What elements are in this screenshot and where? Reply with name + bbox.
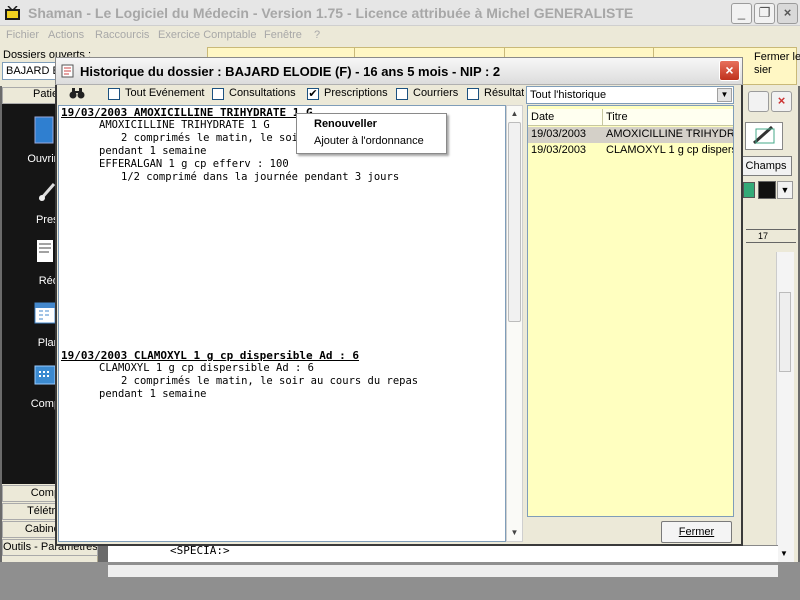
document-restore-button[interactable] [748,91,769,112]
menu-item-renew[interactable]: Renouveller [314,118,377,130]
app-close-button[interactable]: × [777,3,798,24]
ruler: 17 [746,229,796,243]
folder-open-icon[interactable] [33,115,55,145]
color-dropdown-icon[interactable]: ▼ [777,181,793,199]
edit-document-icon[interactable] [745,122,783,150]
app-title: Shaman - Le Logiciel du Médecin - Versio… [28,5,634,21]
column-date[interactable]: Date [531,111,554,123]
scroll-down-icon[interactable]: ▼ [508,526,521,540]
filter-consultations-checkbox[interactable] [212,88,224,100]
history-scrollbar[interactable]: ▲ ▼ [506,105,523,542]
menu-help[interactable]: ? [314,29,320,41]
filter-resultats-label: Résultat [484,87,524,99]
history-entry-line: CLAMOXYL 1 g cp dispersible Ad : 6 [99,362,314,374]
document-scrollbar[interactable]: ▼ [776,252,794,562]
document-close-button[interactable]: × [771,91,792,112]
menu-bar: Fichier Actions Raccourcis Exercice Comp… [0,26,800,46]
history-period-select[interactable]: Tout l'historique ▼ [526,86,734,104]
context-menu: Renouveller Ajouter à l'ordonnance [296,113,447,154]
history-entry-line: AMOXICILLINE TRIHYDRATE 1 G [99,119,270,131]
history-text-pane[interactable]: 19/03/2003 AMOXICILLINE TRIHYDRATE 1 G A… [58,105,506,542]
filter-consultations-label: Consultations [229,87,296,99]
app-title-bar: Shaman - Le Logiciel du Médecin - Versio… [0,0,800,26]
history-entry-header[interactable]: 19/03/2003 CLAMOXYL 1 g cp dispersible A… [61,349,359,362]
history-entry-line: 2 comprimés le matin, le soir au cours d… [121,375,419,387]
history-list-header: Date Titre [528,109,733,126]
menu-exercice-comptable[interactable]: Exercice Comptable [158,29,256,41]
calculator-icon[interactable] [33,364,57,386]
filter-prescriptions-checkbox[interactable]: ✔ [307,88,319,100]
history-entry-header[interactable]: 19/03/2003 AMOXICILLINE TRIHYDRATE 1 G [61,106,313,119]
menu-actions[interactable]: Actions [48,29,84,41]
menu-raccourcis[interactable]: Raccourcis [95,29,149,41]
scroll-up-icon[interactable]: ▲ [508,107,521,121]
history-entry-line: 1/2 comprimé dans la journée pendant 3 j… [121,171,400,183]
filter-all-events-label: Tout Evénement [125,87,205,99]
scroll-thumb[interactable] [508,122,521,322]
app-logo-icon [5,6,20,20]
history-dialog-titlebar: Historique du dossier : BAJARD ELODIE (F… [55,57,743,85]
champs-button[interactable]: Champs [740,156,792,176]
filter-courriers-label: Courriers [413,87,459,99]
binoculars-icon[interactable] [69,87,85,102]
color-picker[interactable] [758,181,776,199]
history-entry-line: pendant 1 semaine [99,145,207,157]
calendar-icon[interactable] [33,299,57,327]
list-item[interactable]: 19/03/2003 AMOXICILLINE TRIHYDRATE 1 G [528,127,733,143]
history-dialog-title: Historique du dossier : BAJARD ELODIE (F… [80,64,501,79]
filter-courriers-checkbox[interactable] [396,88,408,100]
list-item[interactable]: 19/03/2003 CLAMOXYL 1 g cp dispersible A… [528,143,733,159]
prescription-icon[interactable] [37,180,57,204]
filter-all-events-checkbox[interactable] [108,88,120,100]
history-entry-line: pendant 1 semaine [99,388,207,400]
column-title[interactable]: Titre [606,111,628,123]
document-footer [108,565,778,577]
app-restore-button[interactable]: ❐ [754,3,775,24]
history-list [527,105,734,517]
menu-fichier[interactable]: Fichier [6,29,39,41]
menu-item-add-to-prescription[interactable]: Ajouter à l'ordonnance [314,135,424,147]
filter-prescriptions-label: Prescriptions [324,87,388,99]
history-dialog-close-button[interactable]: × [719,60,740,81]
menu-fenetre[interactable]: Fenêtre [264,29,302,41]
history-entry-line: EFFERALGAN 1 g cp efferv : 100 [99,158,289,170]
open-files-select[interactable]: BAJARD E [2,62,62,80]
history-entry-line: 2 comprimés le matin, le soir au [121,132,324,144]
close-button[interactable]: Fermer [661,521,732,543]
write-icon[interactable] [35,238,57,266]
app-minimize-button[interactable]: _ [731,3,752,24]
close-dossier-button[interactable]: Fermer le sier [754,51,800,77]
chevron-down-icon[interactable]: ▼ [717,88,732,102]
document-icon [61,64,74,78]
filter-resultats-checkbox[interactable] [467,88,479,100]
field-color-icon[interactable] [743,182,755,198]
